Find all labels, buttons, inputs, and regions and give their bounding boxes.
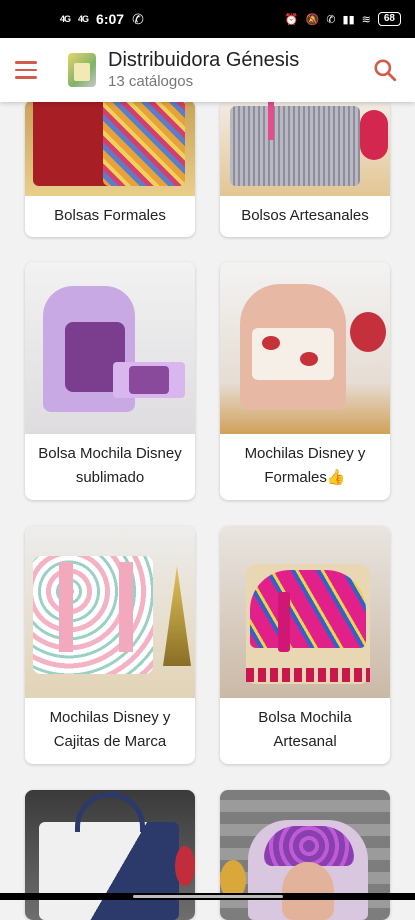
catalog-label: Mochilas Disney y Formales👍 [244, 445, 366, 486]
lte-icon: ▮▮ [342, 13, 355, 26]
signal-indicator-1: 4G [60, 14, 71, 24]
catalog-card-mochilas-disney-y-formales[interactable]: Mochilas Disney y Formales👍 [220, 262, 390, 500]
hamburger-icon [15, 61, 37, 64]
catalog-count: 13 catálogos [108, 73, 194, 90]
signal-indicator-2: 4G [78, 14, 89, 24]
catalog-image [25, 100, 195, 196]
call-icon: ✆ [132, 10, 144, 27]
wifi-icon: ≋ [361, 13, 371, 26]
gesture-bar [0, 893, 415, 900]
catalog-card-mochilas-disney-y-cajitas[interactable]: Mochilas Disney y Cajitas de Marca [25, 526, 195, 764]
catalog-card-7[interactable] [25, 790, 195, 920]
wifi-call-icon: ✆ [326, 13, 336, 26]
catalog-label: Bolsos Artesanales [241, 207, 369, 224]
catalog-image [220, 790, 390, 920]
status-bar: 4G 4G 6:07 ✆ ⏰ 🔕 ✆ ▮▮ ≋ 68 [0, 0, 415, 38]
catalog-label: Bolsas Formales [54, 207, 166, 224]
catalog-card-bolsa-mochila-disney-sublimado[interactable]: Bolsa Mochila Disney sublimado [25, 262, 195, 500]
search-button[interactable] [355, 38, 415, 102]
catalog-image [25, 262, 195, 434]
clock: 6:07 [96, 11, 125, 27]
alarm-icon: ⏰ [284, 13, 299, 26]
catalog-image [25, 790, 195, 920]
page-title: Distribuidora Génesis [108, 49, 300, 71]
catalog-card-bolsos-artesanales[interactable]: Bolsos Artesanales [220, 100, 390, 237]
battery-indicator: 68 [377, 12, 401, 26]
catalog-image [220, 526, 390, 698]
app-bar: Distribuidora Génesis 13 catálogos [0, 38, 415, 102]
catalog-label: Bolsa Mochila Artesanal [258, 709, 352, 750]
store-logo [68, 53, 96, 87]
catalog-label: Bolsa Mochila Disney sublimado [38, 445, 182, 486]
mute-icon: 🔕 [305, 13, 320, 26]
menu-button[interactable] [0, 38, 52, 102]
catalog-image [220, 262, 390, 434]
catalog-image [220, 100, 390, 196]
catalog-image [25, 526, 195, 698]
catalog-card-bolsas-formales[interactable]: Bolsas Formales [25, 100, 195, 237]
catalog-label: Mochilas Disney y Cajitas de Marca [49, 709, 171, 750]
search-icon [374, 59, 397, 82]
catalog-card-8[interactable] [220, 790, 390, 920]
catalog-card-bolsa-mochila-artesanal[interactable]: Bolsa Mochila Artesanal [220, 526, 390, 764]
